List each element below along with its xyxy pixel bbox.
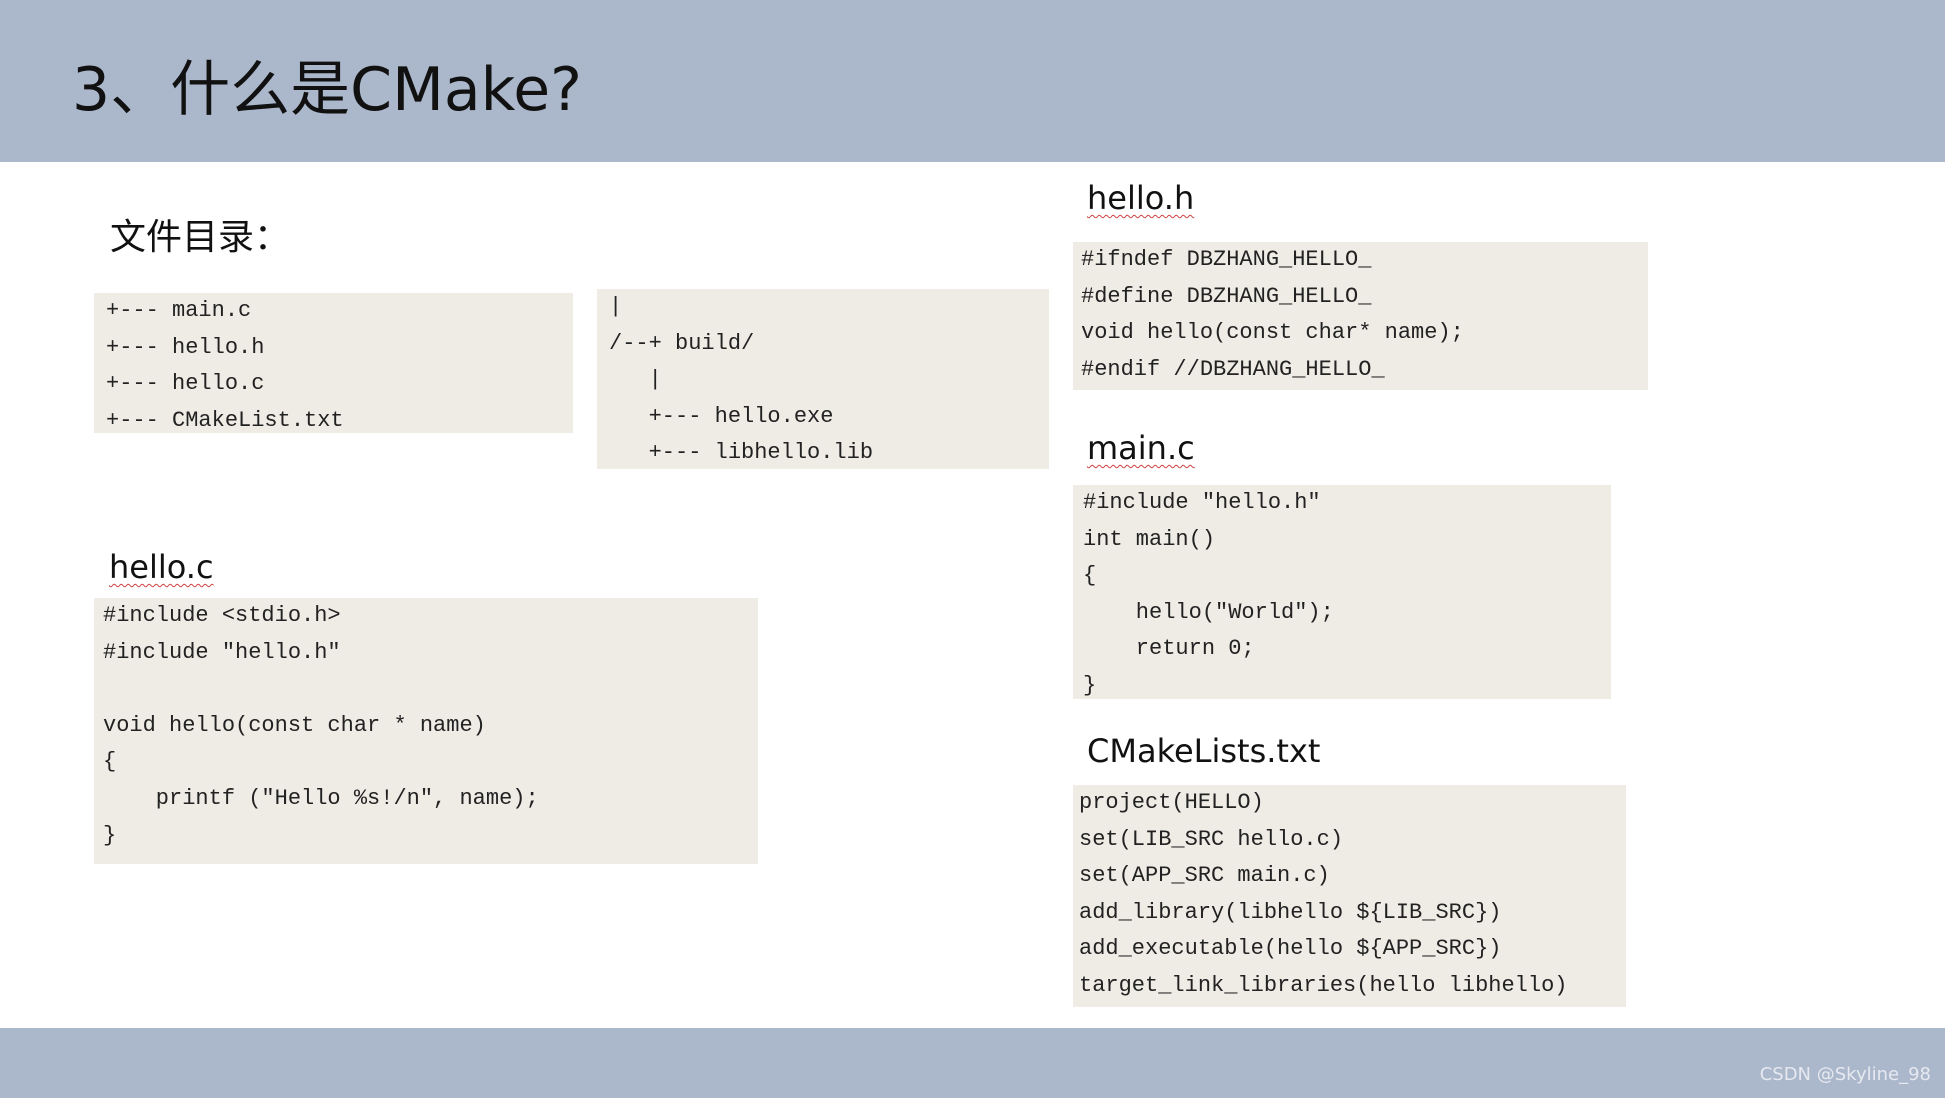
main-c-label-text: main.c	[1087, 429, 1195, 467]
main-c-label: main.c	[1087, 428, 1195, 468]
watermark: CSDN @Skyline_98	[1759, 1064, 1931, 1085]
file-tree-left-block: +--- main.c +--- hello.h +--- hello.c +-…	[94, 293, 573, 433]
hello-h-label-text: hello.h	[1087, 179, 1195, 217]
slide-title: 3、什么是CMake?	[72, 55, 582, 125]
main-c-code-block: #include "hello.h" int main() { hello("W…	[1073, 485, 1611, 699]
hello-c-code-block: #include <stdio.h> #include "hello.h" vo…	[94, 598, 758, 864]
hello-h-label: hello.h	[1087, 178, 1194, 218]
file-tree-build-block: | /--+ build/ | +--- hello.exe +--- libh…	[597, 289, 1049, 469]
file-directory-label: 文件目录：	[110, 217, 291, 258]
cmakelists-code-block: project(HELLO) set(LIB_SRC hello.c) set(…	[1073, 785, 1626, 1007]
hello-c-label: hello.c	[109, 547, 214, 587]
hello-c-label-text: hello.c	[109, 548, 214, 586]
footer-band	[0, 1028, 1945, 1098]
cmakelists-label: CMakeLists.txt	[1087, 732, 1321, 770]
hello-h-code-block: #ifndef DBZHANG_HELLO_ #define DBZHANG_H…	[1073, 242, 1648, 390]
